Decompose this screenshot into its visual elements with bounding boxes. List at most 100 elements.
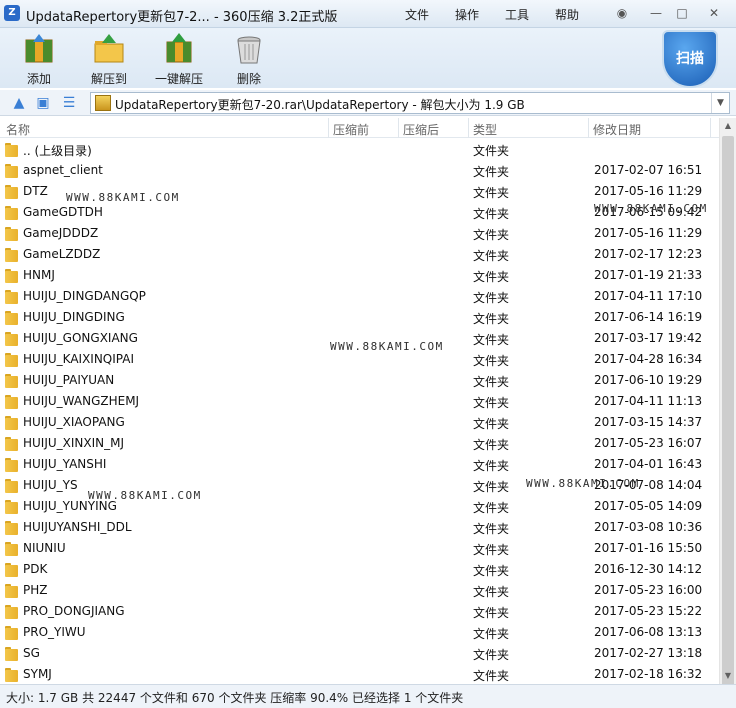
file-name: SG [23,646,40,660]
file-type: 文件夹 [473,606,510,620]
file-row[interactable]: NIUNIU 文件夹 2017-01-16 15:50 [0,538,718,559]
scroll-up-icon[interactable]: ▲ [720,118,736,134]
folder-icon [5,310,18,325]
scroll-thumb[interactable] [722,136,734,692]
column-unpacked[interactable]: 压缩后 [403,121,439,138]
chevron-down-icon[interactable]: ▼ [711,93,729,113]
folder-icon [5,226,18,241]
extract-to-icon [92,32,126,66]
file-row[interactable]: HNMJ 文件夹 2017-01-19 21:33 [0,265,718,286]
column-packed[interactable]: 压缩前 [333,121,369,138]
file-type: 文件夹 [473,669,510,683]
file-name: NIUNIU [23,541,66,555]
scan-button[interactable]: 扫描 [662,30,718,88]
file-type: 文件夹 [473,144,510,158]
file-row[interactable]: HUIJU_DINGDING 文件夹 2017-06-14 16:19 [0,307,718,328]
file-row[interactable]: PRO_YIWU 文件夹 2017-06-08 13:13 [0,622,718,643]
menu-tools[interactable]: 工具 [505,6,529,23]
menu-file[interactable]: 文件 [405,6,429,23]
file-name: PHZ [23,583,48,597]
file-row[interactable]: PRO_DONGJIANG 文件夹 2017-05-23 15:22 [0,601,718,622]
menu-operate[interactable]: 操作 [455,6,479,23]
file-name: GameLZDDZ [23,247,101,261]
file-type: 文件夹 [473,438,510,452]
folder-icon [5,268,18,283]
column-divider[interactable] [588,118,589,138]
file-row[interactable]: HUIJU_YANSHI 文件夹 2017-04-01 16:43 [0,454,718,475]
maximize-icon[interactable]: □ [672,4,692,22]
file-date: 2017-04-01 16:43 [594,457,703,471]
delete-label: 删除 [236,72,261,86]
close-icon[interactable]: ✕ [704,4,724,22]
file-type: 文件夹 [473,417,510,431]
folder-icon [5,331,18,346]
file-row[interactable]: HUIJU_DINGDANGQP 文件夹 2017-04-11 17:10 [0,286,718,307]
column-modified[interactable]: 修改日期 [593,121,641,138]
folder-icon [5,184,18,199]
folder-icon [5,373,18,388]
file-row[interactable]: SG 文件夹 2017-02-27 13:18 [0,643,718,664]
extract-to-label: 解压到 [90,72,127,86]
add-archive-icon [22,32,56,66]
file-row[interactable]: HUIJUYANSHI_DDL 文件夹 2017-03-08 10:36 [0,517,718,538]
one-click-extract-button[interactable]: 一键解压 [144,30,214,86]
column-divider[interactable] [468,118,469,138]
extract-to-button[interactable]: 解压到 [74,30,144,86]
file-name: GameJDDDZ [23,226,99,240]
folder-icon [5,478,18,493]
column-type[interactable]: 类型 [473,121,497,138]
file-row[interactable]: HUIJU_WANGZHEMJ 文件夹 2017-04-11 11:13 [0,391,718,412]
file-list[interactable]: .. (上级目录) 文件夹 aspnet_client 文件夹 2017-02-07 1… [0,139,718,684]
folder-icon [5,415,18,430]
folder-icon [5,457,18,472]
folder-icon [5,289,18,304]
file-type: 文件夹 [473,396,510,410]
file-type: 文件夹 [473,522,510,536]
file-row[interactable]: aspnet_client 文件夹 2017-02-07 16:51 [0,160,718,181]
file-date: 2017-04-28 16:34 [594,352,703,366]
file-row[interactable]: HUIJU_XIAOPANG 文件夹 2017-03-15 14:37 [0,412,718,433]
file-date: 2017-02-18 16:32 [594,667,703,681]
title-bar: Z UpdataRepertory更新包7-2... - 360压缩 3.2正式… [0,0,736,28]
file-row[interactable]: GameJDDDZ 文件夹 2017-05-16 11:29 [0,223,718,244]
file-row[interactable]: .. (上级目录) 文件夹 [0,139,718,160]
file-name: HUIJU_YS [23,478,78,492]
file-date: 2017-01-16 15:50 [594,541,703,555]
file-row[interactable]: PDK 文件夹 2016-12-30 14:12 [0,559,718,580]
file-row[interactable]: SYMJ 文件夹 2017-02-18 16:32 [0,664,718,684]
view-list-icon[interactable]: ☰ [60,94,78,112]
vertical-scrollbar[interactable]: ▲ ▼ [719,118,736,692]
file-type: 文件夹 [473,165,510,179]
file-date: 2017-06-10 19:29 [594,373,703,387]
path-field[interactable]: UpdataRepertory更新包7-20.rar\UpdataReperto… [90,92,730,114]
folder-icon [5,625,18,640]
folder-icon [5,352,18,367]
folder-icon [5,604,18,619]
folder-icon [5,562,18,577]
folder-icon [5,394,18,409]
folder-icon [5,142,18,157]
file-name: DTZ [23,184,48,198]
folder-icon [5,247,18,262]
view-large-icon[interactable]: ▣ [34,94,52,112]
file-type: 文件夹 [473,459,510,473]
file-type: 文件夹 [473,207,510,221]
menu-help[interactable]: 帮助 [555,6,579,23]
file-row[interactable]: HUIJU_PAIYUAN 文件夹 2017-06-10 19:29 [0,370,718,391]
column-name[interactable]: 名称 [6,121,30,138]
file-name: HNMJ [23,268,55,282]
minimize-icon[interactable]: — [646,4,666,22]
column-divider[interactable] [398,118,399,138]
delete-button[interactable]: 删除 [214,30,284,86]
file-row[interactable]: PHZ 文件夹 2017-05-23 16:00 [0,580,718,601]
up-arrow-icon[interactable]: ▲ [10,94,28,112]
skin-shirt-icon[interactable]: ◉ [612,4,632,22]
file-row[interactable]: HUIJU_XINXIN_MJ 文件夹 2017-05-23 16:07 [0,433,718,454]
scroll-down-icon[interactable]: ▼ [720,668,736,684]
file-date: 2017-05-23 16:00 [594,583,703,597]
delete-trash-icon [232,32,266,66]
file-row[interactable]: GameLZDDZ 文件夹 2017-02-17 12:23 [0,244,718,265]
column-divider[interactable] [328,118,329,138]
add-button[interactable]: 添加 [4,30,74,86]
column-divider[interactable] [710,118,711,138]
